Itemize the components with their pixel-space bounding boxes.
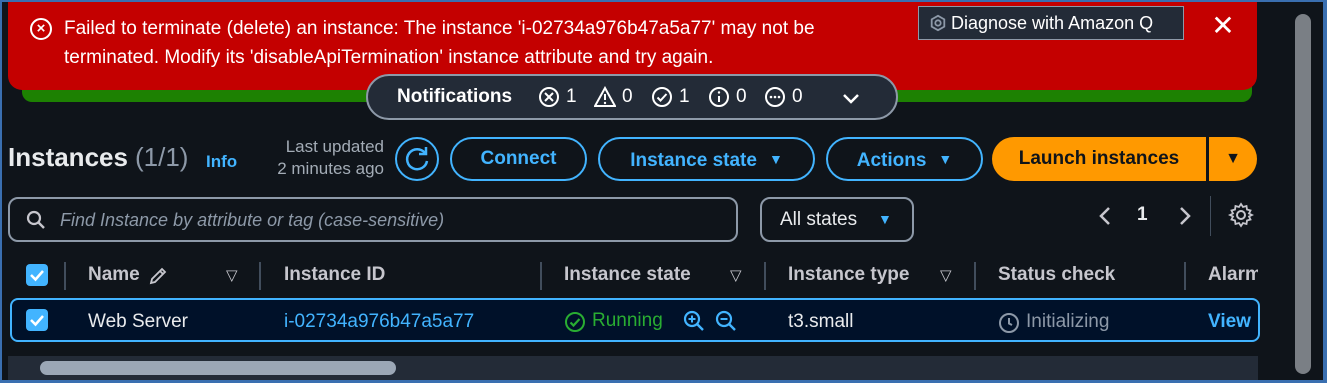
zoom-in-icon[interactable] (682, 309, 706, 333)
column-separator (1184, 262, 1186, 290)
notifications-bar[interactable]: Notifications 1 0 1 0 0 (366, 74, 898, 120)
column-separator (259, 262, 261, 290)
divider (1210, 196, 1211, 236)
sort-icon[interactable]: ▽ (226, 266, 238, 284)
table-header: Name ▽ Instance ID Instance state ▽ Inst… (2, 256, 1258, 296)
search-input[interactable] (60, 205, 720, 235)
last-updated: Last updated 2 minutes ago (260, 136, 384, 180)
in-progress-count-value: 0 (792, 86, 803, 107)
caret-down-icon: ▼ (768, 151, 783, 167)
states-label: All states (780, 209, 858, 230)
refresh-icon (405, 147, 429, 171)
instance-state-value: Running (592, 310, 663, 331)
info-icon (709, 87, 729, 107)
checkmark-icon (30, 315, 44, 327)
chevron-right-icon[interactable] (1174, 202, 1196, 230)
in-progress-count: 0 (764, 86, 803, 108)
page-title: Instances (8, 142, 128, 172)
instance-state-label: Instance state (630, 150, 757, 171)
refresh-button[interactable] (395, 137, 439, 181)
horizontal-scrollbar-thumb[interactable] (40, 361, 396, 375)
chevron-left-icon[interactable] (1094, 202, 1116, 230)
chevron-down-icon[interactable] (840, 87, 862, 109)
actions-button[interactable]: Actions ▼ (826, 137, 983, 181)
launch-label: Launch instances (1018, 148, 1180, 169)
caret-down-icon: ▼ (1225, 150, 1241, 167)
search-field[interactable] (8, 197, 738, 242)
close-icon[interactable]: ✕ (1208, 12, 1238, 42)
last-updated-line2: 2 minutes ago (277, 159, 384, 178)
success-count-value: 1 (679, 86, 690, 107)
row-checkbox[interactable] (26, 309, 48, 331)
column-alarm[interactable]: Alarm (1208, 264, 1258, 286)
warning-count: 0 (594, 86, 633, 108)
horizontal-scrollbar[interactable] (8, 356, 1258, 380)
error-circle-icon (539, 87, 559, 107)
clock-icon (999, 313, 1019, 333)
info-count: 0 (708, 86, 747, 108)
alarm-view-link[interactable]: View (1208, 311, 1251, 333)
connect-button[interactable]: Connect (450, 137, 587, 181)
column-separator (974, 262, 976, 290)
info-link[interactable]: Info (206, 152, 237, 172)
instance-state-button[interactable]: Instance state ▼ (598, 137, 815, 181)
column-separator (764, 262, 766, 290)
checkmark-icon (30, 270, 44, 282)
instance-count: (1/1) (135, 142, 189, 172)
caret-down-icon: ▼ (938, 151, 953, 167)
sort-icon[interactable]: ▽ (940, 266, 952, 284)
status-check-value: Initializing (1026, 311, 1110, 332)
error-count: 1 (538, 86, 577, 108)
actions-label: Actions (856, 150, 927, 171)
page-number[interactable]: 1 (1137, 204, 1148, 226)
launch-dropdown-button[interactable]: ▼ (1209, 137, 1257, 181)
column-instance-state[interactable]: Instance state (564, 264, 691, 286)
zoom-out-icon[interactable] (714, 309, 738, 333)
diagnose-amazon-q-button[interactable]: Diagnose with Amazon Q (918, 6, 1184, 40)
column-instance-type[interactable]: Instance type (788, 264, 909, 286)
diagnose-label: Diagnose with Amazon Q (951, 13, 1154, 33)
gear-icon[interactable] (1228, 202, 1254, 228)
check-circle-icon (652, 87, 672, 107)
sort-icon[interactable]: ▽ (730, 266, 742, 284)
warning-count-value: 0 (622, 86, 633, 107)
vertical-scrollbar-thumb[interactable] (1295, 14, 1311, 374)
error-message: Failed to terminate (delete) an instance… (64, 18, 815, 68)
column-status-check[interactable]: Status check (998, 264, 1115, 286)
instance-name: Web Server (88, 311, 188, 332)
running-check-icon (565, 312, 585, 332)
success-count: 1 (651, 86, 690, 108)
connect-label: Connect (480, 148, 557, 169)
column-name[interactable]: Name (88, 264, 140, 286)
info-count-value: 0 (736, 86, 747, 107)
column-separator (540, 262, 542, 290)
error-icon: × (30, 18, 52, 40)
launch-instances-button[interactable]: Launch instances (992, 137, 1206, 181)
pencil-icon (149, 267, 167, 285)
states-select[interactable]: All states ▼ (760, 197, 914, 242)
table-row[interactable]: Web Server i-02734a976b47a5a77 Running t… (10, 298, 1260, 342)
amazon-q-icon (930, 14, 946, 32)
instance-id-link[interactable]: i-02734a976b47a5a77 (284, 311, 474, 333)
warning-icon (594, 86, 616, 107)
ec2-console: × Failed to terminate (delete) an instan… (2, 2, 1323, 380)
caret-down-icon: ▼ (878, 211, 892, 227)
error-count-value: 1 (566, 86, 577, 107)
instance-type-value: t3.small (788, 311, 854, 332)
vertical-scrollbar[interactable] (1288, 2, 1323, 380)
in-progress-icon (765, 87, 785, 107)
search-icon (26, 210, 45, 229)
column-instance-id[interactable]: Instance ID (284, 264, 385, 286)
last-updated-line1: Last updated (285, 137, 384, 156)
select-all-checkbox[interactable] (26, 264, 48, 286)
column-separator (64, 262, 66, 290)
notifications-title: Notifications (397, 86, 513, 107)
